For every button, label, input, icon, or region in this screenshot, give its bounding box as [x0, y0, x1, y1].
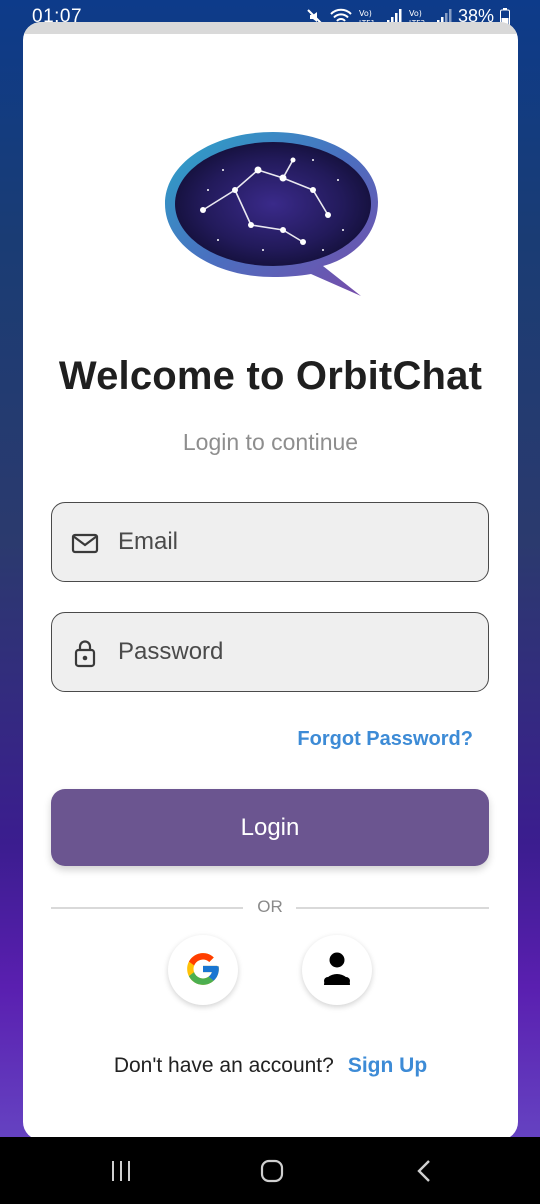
navigation-bar	[0, 1137, 540, 1204]
lock-icon	[70, 638, 100, 668]
divider-line-right	[296, 907, 489, 909]
password-field[interactable]	[51, 612, 489, 692]
signup-prompt: Don't have an account?	[113, 1054, 334, 1077]
login-button[interactable]: Login	[51, 789, 489, 866]
forgot-password-link[interactable]: Forgot Password?	[297, 728, 473, 751]
mail-icon	[70, 528, 100, 558]
signup-row: Don't have an account? Sign Up	[23, 1054, 518, 1078]
svg-text:Vo): Vo)	[359, 9, 372, 18]
signup-link[interactable]: Sign Up	[348, 1054, 427, 1077]
email-field[interactable]	[51, 502, 489, 582]
page-title: Welcome to OrbitChat	[58, 354, 483, 398]
email-input[interactable]	[118, 503, 468, 581]
svg-text:Vo): Vo)	[409, 9, 422, 18]
page-subtitle: Login to continue	[182, 429, 359, 455]
person-icon	[321, 951, 353, 990]
constellation-chat-bubble-logo	[165, 132, 378, 296]
google-icon	[184, 950, 222, 991]
guest-signin-button[interactable]	[302, 935, 372, 1005]
login-card: Welcome to OrbitChat Login to continue F…	[23, 22, 518, 1140]
back-icon[interactable]	[404, 1157, 444, 1185]
card-top-edge	[23, 22, 518, 34]
home-icon[interactable]	[252, 1157, 292, 1185]
google-signin-button[interactable]	[168, 935, 238, 1005]
recent-apps-icon[interactable]	[101, 1157, 141, 1185]
password-input[interactable]	[118, 613, 468, 691]
